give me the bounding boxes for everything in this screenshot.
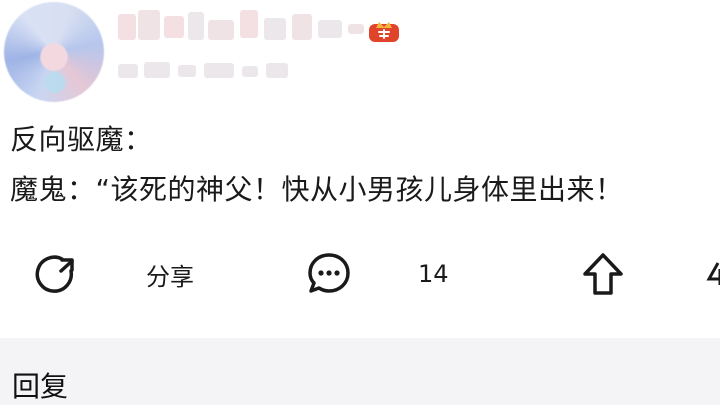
partial-icon bbox=[706, 259, 720, 289]
upvote-button[interactable] bbox=[580, 248, 626, 300]
share-button[interactable]: 分享 bbox=[146, 248, 194, 300]
username-blurred[interactable] bbox=[118, 6, 388, 50]
upvote-arrow-icon bbox=[580, 250, 626, 298]
reply-label[interactable]: 回复 bbox=[12, 370, 68, 404]
avatar[interactable] bbox=[4, 2, 104, 102]
reply-section: 回复 bbox=[0, 338, 720, 405]
post-meta-blurred bbox=[118, 60, 338, 82]
comment-count-label: 14 bbox=[418, 260, 449, 288]
more-action-partial[interactable] bbox=[706, 248, 720, 300]
comment-bubble-icon bbox=[305, 250, 353, 298]
post-text-line-2: 魔鬼：“该死的神父！快从小男孩儿身体里出来！ bbox=[10, 173, 624, 206]
crown-badge-icon bbox=[367, 18, 401, 44]
repost-button[interactable] bbox=[32, 248, 78, 300]
comment-button[interactable] bbox=[305, 248, 353, 300]
share-label: 分享 bbox=[146, 262, 194, 291]
comment-count[interactable]: 14 bbox=[418, 248, 449, 300]
post-text-line-1: 反向驱魔： bbox=[10, 123, 153, 156]
repost-icon bbox=[32, 251, 78, 297]
